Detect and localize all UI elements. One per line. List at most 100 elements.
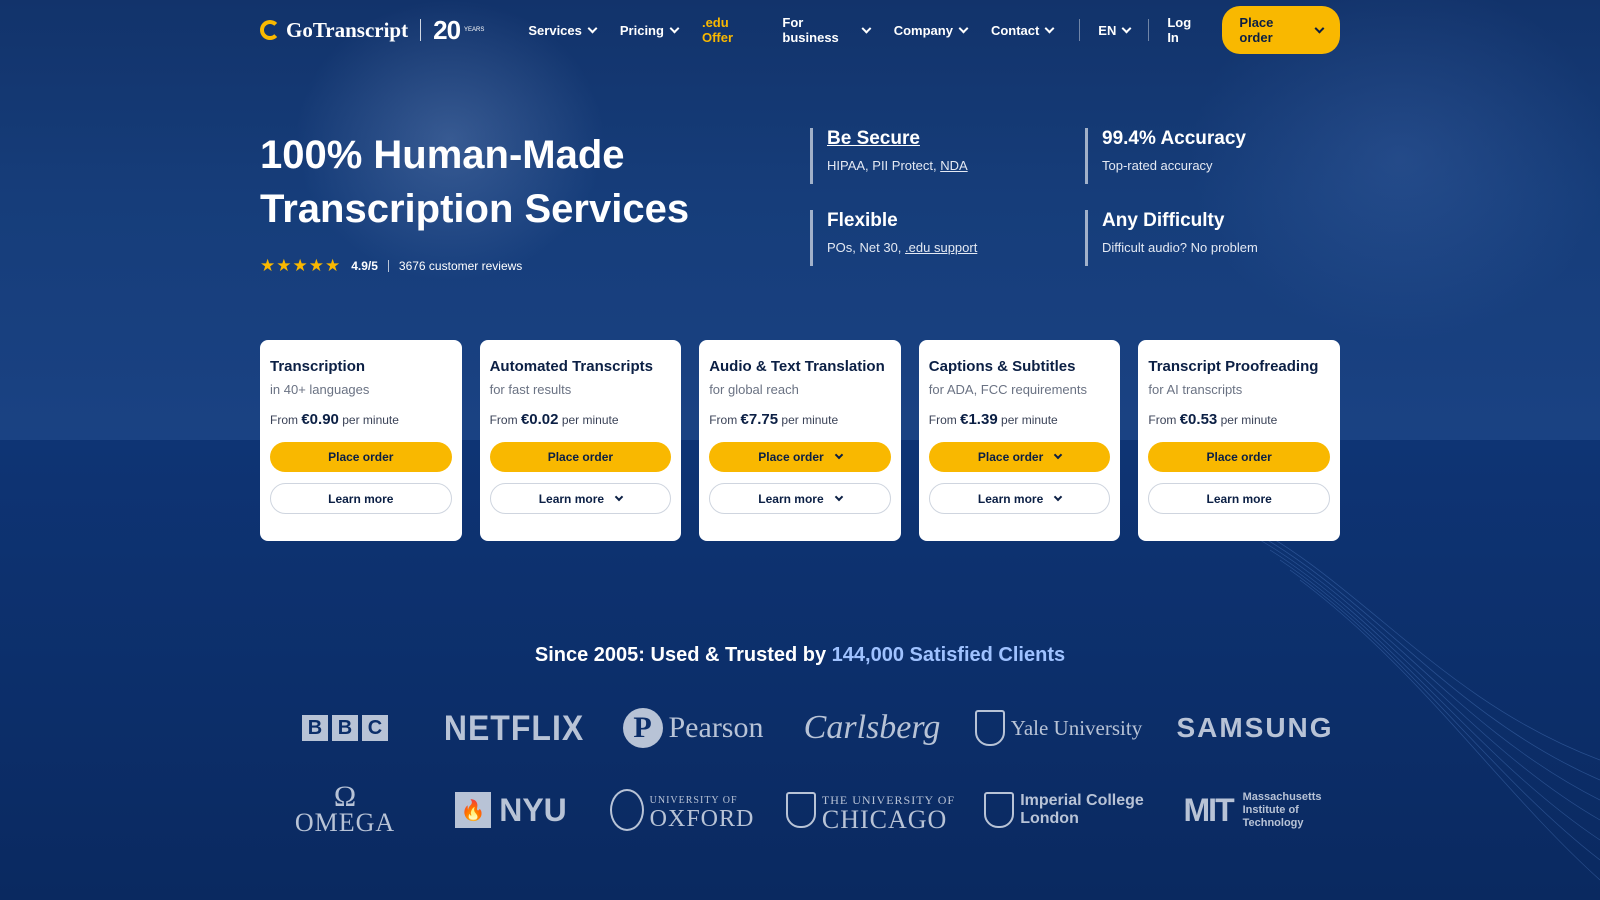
price-unit: per minute xyxy=(1220,413,1278,427)
place-order-label: Place order xyxy=(328,450,394,464)
nav-company-label: Company xyxy=(893,22,953,38)
feature-flexible: Flexible POs, Net 30, .edu support xyxy=(810,210,1085,266)
card-subtitle: for global reach xyxy=(709,382,799,397)
logo-separator xyxy=(420,19,422,41)
nda-link[interactable]: NDA xyxy=(940,158,967,173)
feature-desc: POs, Net 30, .edu support xyxy=(827,240,1085,255)
chevron-down-icon xyxy=(958,23,969,33)
mit-line-2: Institute of xyxy=(1242,803,1299,816)
place-order-button[interactable]: Place order xyxy=(1148,442,1330,472)
service-cards: Transcription in 40+ languages From €0.9… xyxy=(260,340,1340,541)
feature-title[interactable]: Be Secure xyxy=(827,128,1085,150)
pearson-logo: P Pearson xyxy=(613,700,773,756)
price-from: From xyxy=(489,413,518,427)
card-subtitle: for fast results xyxy=(489,382,572,397)
trusted-prefix: Since 2005: Used & Trusted by xyxy=(534,644,832,666)
nav-divider xyxy=(1079,19,1081,41)
language-selector[interactable]: EN xyxy=(1098,22,1132,38)
feature-desc: Top-rated accuracy xyxy=(1102,158,1213,173)
learn-more-button[interactable]: Learn more xyxy=(489,483,672,514)
chevron-down-icon xyxy=(1121,23,1132,33)
feature-difficulty: Any Difficulty Difficult audio? No probl… xyxy=(1085,210,1350,266)
learn-more-button[interactable]: Learn more xyxy=(270,483,452,514)
language-label: EN xyxy=(1098,22,1117,38)
service-card-captions: Captions & Subtitles for ADA, FCC requir… xyxy=(918,340,1121,541)
edu-support-link[interactable]: .edu support xyxy=(905,240,977,255)
imperial-line-2: London xyxy=(1020,810,1079,827)
bbc-letter: B xyxy=(332,715,358,741)
place-order-label: Place order xyxy=(977,450,1044,464)
service-card-translation: Audio & Text Translation for global reac… xyxy=(699,340,901,541)
omega-symbol-icon: Ω xyxy=(333,780,357,813)
chicago-big: CHICAGO xyxy=(821,805,948,834)
learn-more-label: Learn more xyxy=(1206,491,1272,506)
oxford-big: OXFORD xyxy=(649,806,755,832)
mit-line-1: Massachusetts xyxy=(1242,790,1322,803)
learn-more-label: Learn more xyxy=(977,491,1044,506)
learn-more-button[interactable]: Learn more xyxy=(1148,483,1330,514)
price-from: From xyxy=(1148,413,1177,427)
nav-edu-offer[interactable]: .edu Offer xyxy=(702,15,758,45)
pearson-p-icon: P xyxy=(622,708,663,748)
place-order-button[interactable]: Place order xyxy=(928,442,1111,472)
price-value: €1.39 xyxy=(960,411,998,428)
learn-more-button[interactable]: Learn more xyxy=(709,483,891,514)
chevron-down-icon xyxy=(861,23,872,33)
chevron-down-icon xyxy=(1054,450,1063,460)
chevron-down-icon xyxy=(587,23,598,33)
place-order-button[interactable]: Place order xyxy=(709,442,891,472)
login-link[interactable]: Log In xyxy=(1167,15,1204,45)
star-rating-icon: ★★★★★ xyxy=(260,256,342,275)
nav-divider xyxy=(1148,19,1150,41)
nav-menu: Services Pricing .edu Offer For business… xyxy=(528,15,1055,45)
nav-right: EN Log In Place order xyxy=(1079,6,1340,54)
chicago-shield-icon xyxy=(785,792,816,828)
nav-business-label: For business xyxy=(782,15,839,45)
card-price: From €1.39 per minute xyxy=(929,411,1111,428)
learn-more-label: Learn more xyxy=(758,491,824,506)
logo-text: GoTranscript xyxy=(286,17,409,42)
carlsberg-logo: Carlsberg xyxy=(803,709,941,746)
price-unit: per minute xyxy=(342,413,399,427)
oxford-text: UNIVERSITY OF OXFORD xyxy=(649,792,755,832)
reviews-count[interactable]: 3676 customer reviews xyxy=(399,259,522,273)
oxford-logo: UNIVERSITY OF OXFORD xyxy=(607,782,757,838)
feature-accuracy: 99.4% Accuracy Top-rated accuracy xyxy=(1085,128,1350,184)
price-unit: per minute xyxy=(781,413,839,427)
oxford-crest-icon xyxy=(609,789,644,831)
nav-for-business[interactable]: For business xyxy=(782,15,872,45)
place-order-label: Place order xyxy=(1206,450,1272,464)
feature-desc: HIPAA, PII Protect, NDA xyxy=(827,158,1085,173)
nav-services-label: Services xyxy=(528,22,582,38)
nav-contact[interactable]: Contact xyxy=(991,23,1055,38)
mit-bars-icon: MIT xyxy=(1183,791,1235,828)
pearson-wordmark: Pearson xyxy=(668,711,764,744)
client-logos-row-1: B B C NETFLIX P Pearson Carlsberg Yale U… xyxy=(275,700,1335,756)
nav-pricing[interactable]: Pricing xyxy=(620,23,680,38)
learn-more-button[interactable]: Learn more xyxy=(928,483,1111,514)
nav-services[interactable]: Services xyxy=(528,22,598,38)
place-order-button[interactable]: Place order xyxy=(270,442,452,472)
brand-logo[interactable]: GoTranscript 20 YEARS xyxy=(260,15,484,46)
nyu-torch-icon: 🔥 xyxy=(455,792,492,828)
bbc-letter: B xyxy=(302,715,328,741)
chevron-down-icon xyxy=(1314,23,1325,33)
omega-wordmark: OMEGA xyxy=(294,808,396,837)
nav-edu-label: .edu Offer xyxy=(701,15,734,45)
price-unit: per minute xyxy=(561,413,619,427)
page-title: 100% Human-Made Transcription Services xyxy=(260,133,690,231)
card-title: Audio & Text Translation xyxy=(709,358,885,375)
chevron-down-icon xyxy=(614,492,624,501)
feature-list: Be Secure HIPAA, PII Protect, NDA 99.4% … xyxy=(810,128,1350,266)
price-from: From xyxy=(270,413,298,427)
service-card-automated: Automated Transcripts for fast results F… xyxy=(479,340,682,541)
chicago-text: THE UNIVERSITY OF CHICAGO xyxy=(821,790,955,834)
nav-company[interactable]: Company xyxy=(893,22,969,38)
trusted-highlight: 144,000 Satisfied Clients xyxy=(831,644,1066,666)
place-order-button[interactable]: Place order xyxy=(489,442,672,472)
imperial-logo: Imperial College London xyxy=(984,782,1144,838)
netflix-logo: NETFLIX xyxy=(443,707,585,748)
price-value: €7.75 xyxy=(740,411,779,428)
feature-desc: Difficult audio? No problem xyxy=(1102,240,1258,255)
place-order-button[interactable]: Place order xyxy=(1222,6,1340,54)
